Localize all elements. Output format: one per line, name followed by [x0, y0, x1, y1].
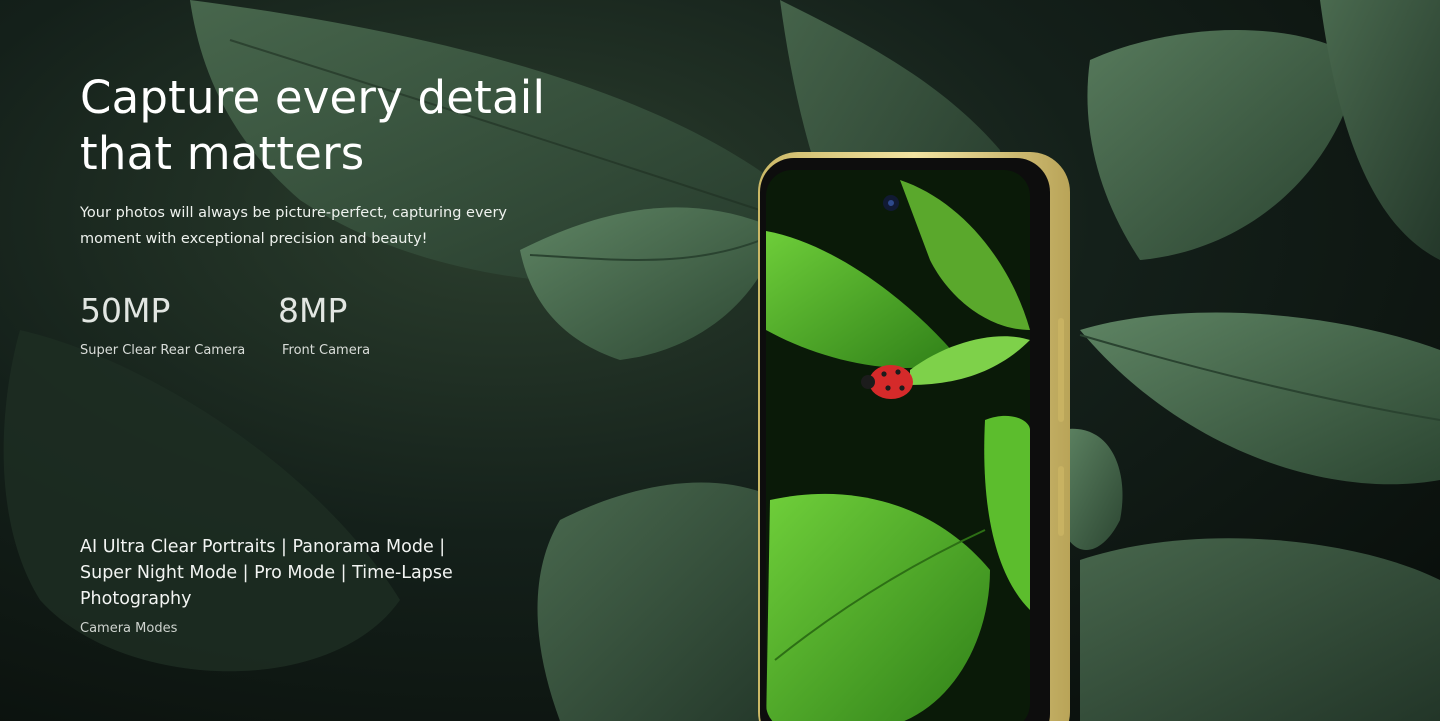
camera-modes-list: AI Ultra Clear Portraits | Panorama Mode…	[80, 537, 453, 609]
headline: Capture every detail that matters	[80, 71, 546, 180]
spec-value: 50MP	[80, 291, 171, 330]
spec-rear-camera: 50MP Super Clear Rear Camera	[80, 290, 245, 360]
hero-description: Your photos will always be picture-perfe…	[80, 205, 507, 247]
ladybug-icon	[869, 365, 913, 399]
camera-modes-label: Camera Modes	[80, 621, 178, 636]
spec-label: Super Clear Rear Camera	[80, 343, 246, 358]
phone-image	[758, 152, 1070, 721]
spec-label: Front Camera	[282, 343, 371, 358]
spec-front-camera: 8MP Front Camera	[278, 290, 370, 360]
hero-copy: Capture every detail that matters Your p…	[80, 0, 640, 721]
camera-hero-section: Capture every detail that matters Your p…	[0, 0, 1440, 721]
spec-value: 8MP	[278, 291, 348, 330]
